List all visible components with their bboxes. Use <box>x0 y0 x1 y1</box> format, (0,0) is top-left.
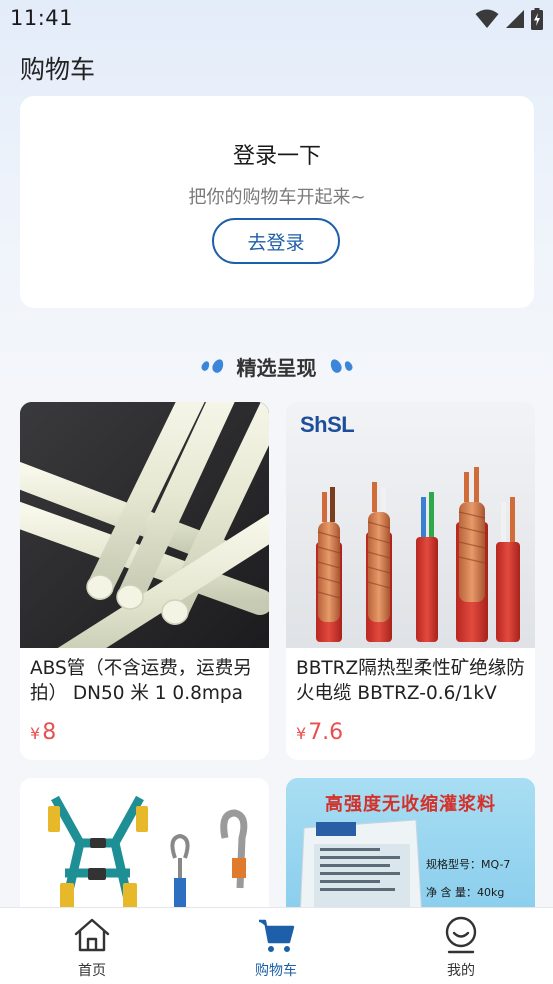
price-value: 8 <box>42 720 57 745</box>
signal-icon <box>506 10 524 28</box>
section-title: 精选呈现 <box>236 355 317 380</box>
login-subtitle: 把你的购物车开起来~ <box>188 187 366 208</box>
brand-logo: ShSL <box>300 412 355 437</box>
nav-item-cart[interactable]: 购物车 <box>226 916 326 982</box>
nav-label-home: 首页 <box>78 963 106 979</box>
left-drops-icon <box>199 357 225 375</box>
product-spec-model: 规格型号：MQ-7 <box>426 858 511 871</box>
product-price: ¥7.6 <box>296 720 343 745</box>
home-icon <box>74 918 110 952</box>
product-banner: 高强度无收缩灌浆料 <box>325 794 496 815</box>
section-header: 精选呈现 <box>0 350 553 382</box>
bottom-nav: 首页 购物车 我的 <box>0 907 553 984</box>
nav-label-profile: 我的 <box>447 963 475 979</box>
currency-symbol: ¥ <box>30 724 41 743</box>
status-time: 11:41 <box>10 6 74 30</box>
login-card: 登录一下 把你的购物车开起来~ 去登录 <box>20 96 534 308</box>
product-card[interactable]: ShSL BBTRZ隔热型柔性矿绝缘防火电缆 BBTRZ-0.6/1kV ¥7.… <box>286 402 535 760</box>
currency-symbol: ¥ <box>296 724 307 743</box>
status-icons <box>475 8 543 30</box>
status-bar: 11:41 <box>0 0 553 38</box>
price-value: 7.6 <box>308 720 344 745</box>
product-image: ShSL <box>286 402 535 648</box>
wifi-icon <box>475 9 499 28</box>
product-name: ABS管（不含运费，运费另拍） DN50 米 1 0.8mpa <box>30 658 252 704</box>
right-drops-icon <box>328 357 354 375</box>
login-title: 登录一下 <box>232 144 321 169</box>
nav-item-profile[interactable]: 我的 <box>411 916 511 982</box>
product-card[interactable]: ABS管（不含运费，运费另拍） DN50 米 1 0.8mpa ¥8 <box>20 402 269 760</box>
nav-item-home[interactable]: 首页 <box>42 916 142 982</box>
battery-icon <box>531 8 543 30</box>
cart-icon <box>259 919 295 952</box>
profile-icon <box>445 916 477 954</box>
product-price: ¥8 <box>30 720 56 745</box>
login-button[interactable]: 去登录 <box>212 218 340 264</box>
product-image <box>20 402 269 648</box>
product-spec-weight: 净 含 量：40kg <box>426 886 505 899</box>
product-name: BBTRZ隔热型柔性矿绝缘防火电缆 BBTRZ-0.6/1kV <box>296 658 525 704</box>
nav-label-cart: 购物车 <box>255 963 297 979</box>
page-title: 购物车 <box>20 55 96 84</box>
